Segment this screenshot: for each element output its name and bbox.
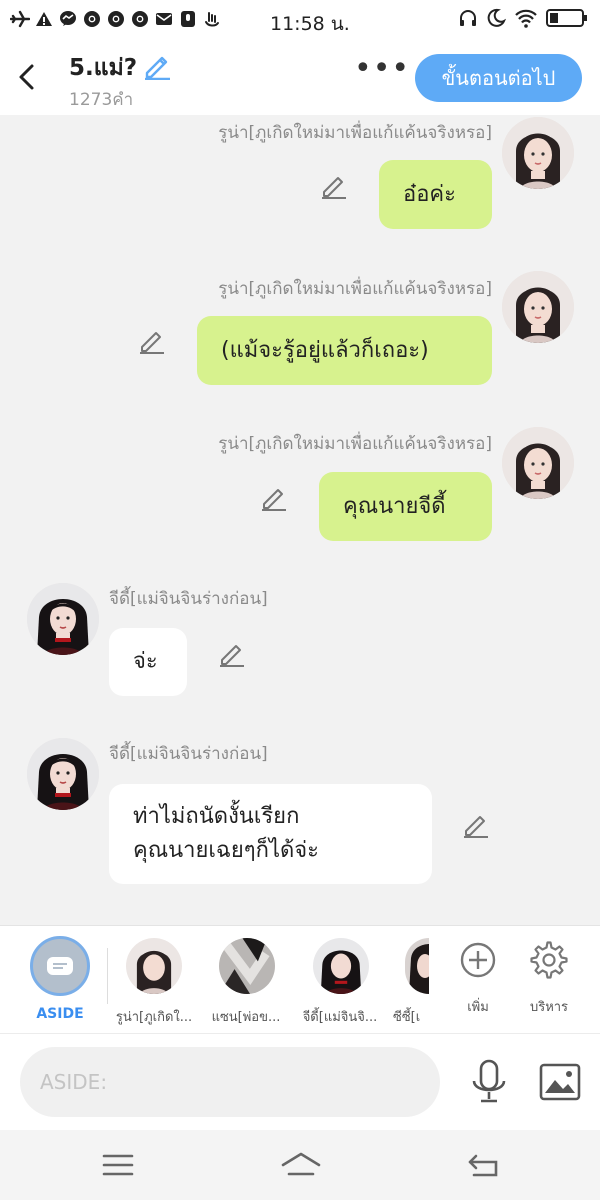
more-options-button[interactable]: ••• — [354, 54, 409, 88]
add-character-button[interactable] — [458, 940, 498, 980]
message-bubble[interactable]: (แม้จะรู้อยู่แล้วก็เถอะ) — [197, 316, 492, 385]
edit-title-button[interactable] — [142, 52, 172, 81]
notification-icons — [10, 9, 222, 29]
top-header: 5.แม่? 1273คำ ••• ขั้นตอนต่อไป — [0, 40, 600, 115]
chrome-icon — [106, 9, 126, 29]
speech-bubble-icon — [47, 957, 73, 975]
aside-label: ASIDE — [36, 1006, 84, 1022]
manage-button[interactable] — [529, 940, 569, 980]
system-icons — [458, 8, 588, 32]
warning-icon — [34, 9, 54, 29]
character-avatar[interactable] — [219, 938, 275, 994]
mail-icon — [154, 9, 174, 29]
character-label: รูน่า[ภูเกิดใ... — [115, 1010, 193, 1025]
message-input[interactable] — [20, 1047, 440, 1117]
sender-name: รูน่า[ภูเกิดใหม่มาเพื่อแก้แค้นจริงหรอ] — [218, 434, 492, 454]
add-label: เพิ่ม — [467, 1000, 489, 1015]
edit-message-button[interactable] — [218, 640, 246, 668]
sender-name: จีดี้[แม่จินจินร่างก่อน] — [109, 589, 268, 609]
menu-icon — [102, 1154, 134, 1176]
chrome-icon — [130, 9, 150, 29]
message-text: อ๋อค่ะ — [403, 181, 456, 207]
character-avatar[interactable] — [405, 938, 429, 994]
character-avatar[interactable] — [313, 938, 369, 994]
avatar[interactable] — [27, 738, 99, 810]
sender-name: จีดี้[แม่จินจินร่างก่อน] — [109, 744, 268, 764]
pencil-icon — [140, 332, 164, 354]
edit-message-button[interactable] — [462, 811, 490, 839]
avatar[interactable] — [502, 117, 574, 189]
character-bar: ASIDE รูน่า[ภูเกิดใ... แซน[พ่อข... จีดี้… — [0, 925, 600, 1033]
back-icon — [468, 1154, 498, 1177]
chat-area[interactable]: รูน่า[ภูเกิดใหม่มาเพื่อแก้แค้นจริงหรอ] อ… — [0, 115, 600, 925]
manage-label: บริหาร — [529, 1000, 569, 1015]
message-bubble[interactable]: อ๋อค่ะ — [379, 160, 492, 229]
sender-name: รูน่า[ภูเกิดใหม่มาเพื่อแก้แค้นจริงหรอ] — [218, 123, 492, 143]
page-title: 5.แม่? — [69, 55, 138, 81]
home-button[interactable] — [280, 1150, 322, 1180]
image-icon — [539, 1063, 581, 1101]
avatar[interactable] — [27, 583, 99, 655]
message-bubble[interactable]: ท่าไม่ถนัดงั้นเรียก คุณนายเฉยๆก็ได้จ่ะ — [109, 784, 432, 884]
system-nav-bar — [0, 1130, 600, 1200]
voice-icon — [178, 9, 198, 29]
messenger-icon — [58, 9, 78, 29]
clock: 11:58 น. — [270, 13, 350, 35]
gesture-icon — [202, 9, 222, 29]
edit-message-button[interactable] — [320, 172, 348, 200]
divider — [107, 948, 108, 1004]
word-count: 1273คำ — [69, 90, 134, 110]
pencil-icon — [262, 489, 286, 511]
next-step-button[interactable]: ขั้นตอนต่อไป — [415, 54, 582, 102]
pencil-icon — [464, 816, 488, 838]
gear-icon — [530, 941, 568, 979]
plus-circle-icon — [460, 942, 496, 978]
edit-message-button[interactable] — [138, 327, 166, 355]
input-bar — [0, 1033, 600, 1130]
chrome-icon — [82, 9, 102, 29]
sender-name: รูน่า[ภูเกิดใหม่มาเพื่อแก้แค้นจริงหรอ] — [218, 279, 492, 299]
character-label: แซน[พ่อข... — [211, 1010, 281, 1025]
pencil-icon — [145, 56, 170, 81]
edit-message-button[interactable] — [260, 484, 288, 512]
moon-icon — [486, 8, 507, 32]
character-label: จีดี้[แม่จินจิ... — [302, 1010, 378, 1025]
aside-button[interactable] — [30, 936, 90, 996]
character-avatar[interactable] — [126, 938, 182, 994]
message-text-line: คุณนายเฉยๆก็ได้จ่ะ — [133, 838, 320, 863]
message-text: (แม้จะรู้อยู่แล้วก็เถอะ) — [221, 337, 429, 363]
message-text: คุณนายจีดี้ — [343, 493, 446, 519]
microphone-icon — [472, 1059, 506, 1103]
wifi-icon — [514, 8, 538, 32]
avatar[interactable] — [502, 427, 574, 499]
pencil-icon — [322, 177, 346, 199]
message-bubble[interactable]: คุณนายจีดี้ — [319, 472, 492, 541]
image-button[interactable] — [538, 1062, 582, 1102]
message-bubble[interactable]: จ่ะ — [109, 628, 187, 696]
pencil-icon — [220, 645, 244, 667]
back-button[interactable] — [14, 62, 40, 92]
character-label: ซีซี้[เ — [393, 1010, 421, 1025]
message-text-line: ท่าไม่ถนัดงั้นเรียก — [133, 804, 300, 829]
status-bar: 11:58 น. — [0, 0, 600, 40]
airplane-icon — [10, 9, 30, 29]
microphone-button[interactable] — [470, 1059, 508, 1105]
home-icon — [281, 1152, 321, 1176]
avatar[interactable] — [502, 271, 574, 343]
menu-button[interactable] — [100, 1150, 136, 1180]
back-nav-button[interactable] — [466, 1150, 502, 1180]
chevron-left-icon — [19, 64, 34, 90]
battery-icon — [546, 8, 588, 32]
headphones-icon — [458, 8, 478, 32]
message-text: จ่ะ — [133, 649, 158, 674]
